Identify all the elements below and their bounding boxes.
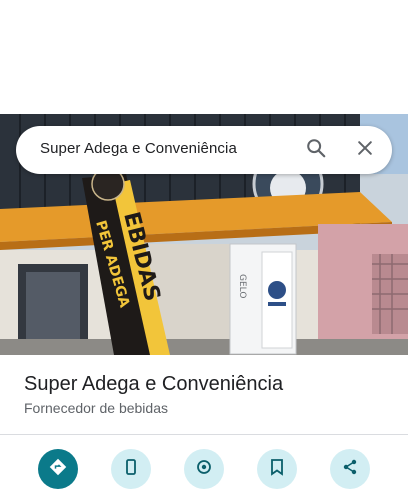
save-button[interactable] (257, 449, 297, 489)
call-button[interactable] (111, 449, 151, 489)
share-icon (341, 458, 359, 481)
location-icon (195, 458, 213, 481)
location-button[interactable] (184, 449, 224, 489)
search-input[interactable]: Super Adega e Conveniência (40, 140, 237, 157)
search-icon (305, 137, 327, 164)
divider (0, 434, 408, 435)
place-title: Super Adega e Conveniência (24, 373, 284, 395)
directions-icon (48, 457, 68, 482)
freezer-label: GELO (237, 274, 247, 298)
search-bar[interactable]: Super Adega e Conveniência (16, 126, 392, 174)
directions-button[interactable] (38, 449, 78, 489)
place-category[interactable]: Fornecedor de bebidas (24, 400, 168, 416)
clear-search-button[interactable] (351, 136, 379, 164)
close-icon (355, 138, 375, 163)
phone-icon (123, 458, 139, 481)
share-button[interactable] (330, 449, 370, 489)
map-area (0, 0, 408, 114)
save-icon (269, 458, 285, 481)
search-button[interactable] (302, 136, 330, 164)
